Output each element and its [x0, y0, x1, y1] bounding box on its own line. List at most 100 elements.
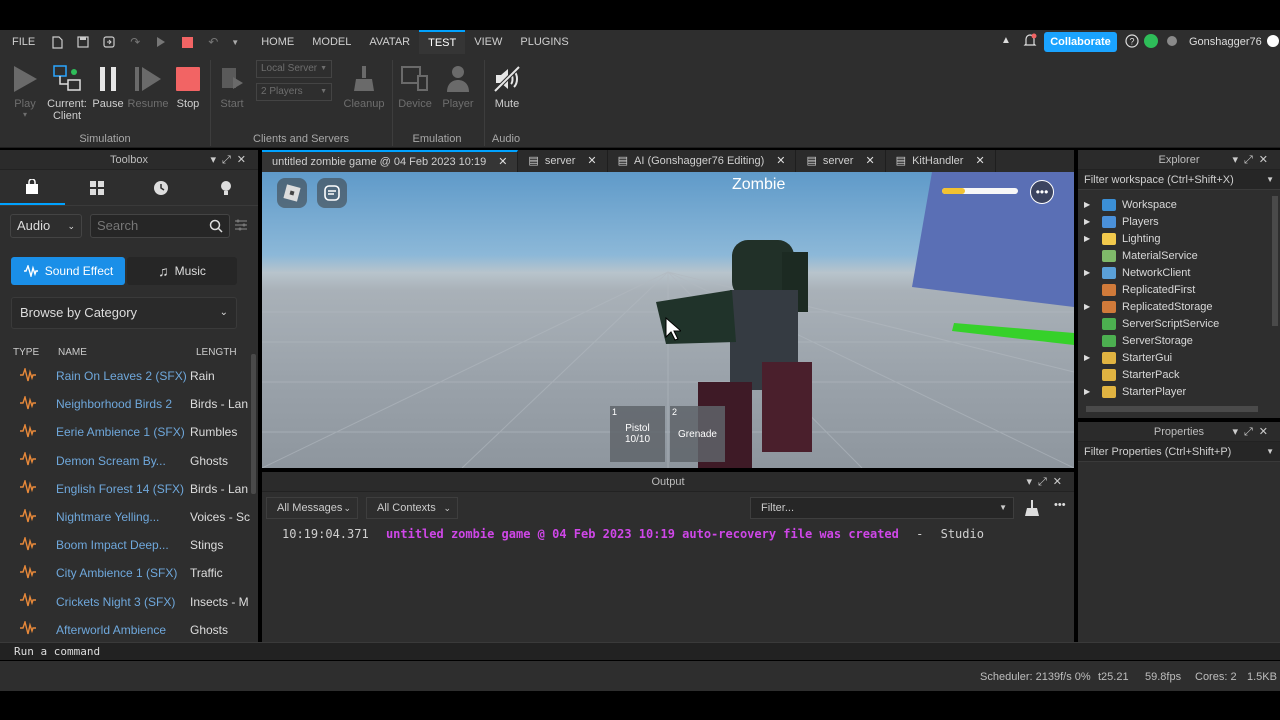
- explorer-horizontal-scrollbar[interactable]: [1086, 406, 1258, 412]
- explorer-filter-input[interactable]: Filter workspace (Ctrl+Shift+X) ▼: [1078, 170, 1280, 190]
- tab-server-script-2[interactable]: ▤ server ✕: [796, 150, 886, 172]
- explorer-item-networkclient[interactable]: ▶ NetworkClient: [1078, 264, 1268, 281]
- new-file-icon[interactable]: [49, 35, 65, 49]
- expand-arrow-icon[interactable]: ▶: [1084, 217, 1094, 226]
- hotbar-slot-grenade[interactable]: 2 Grenade: [670, 406, 725, 462]
- waveform-icon[interactable]: [19, 450, 37, 469]
- file-menu[interactable]: FILE: [0, 30, 44, 54]
- sound-list-item[interactable]: Boom Impact Deep... Stings: [0, 531, 250, 559]
- marketplace-tab[interactable]: [0, 170, 65, 205]
- chat-button[interactable]: [317, 178, 347, 208]
- explorer-item-startergui[interactable]: ▶ StarterGui: [1078, 349, 1268, 366]
- sound-list-item[interactable]: Eerie Ambience 1 (SFX) Rumbles: [0, 418, 250, 446]
- menu-tab-test[interactable]: TEST: [419, 30, 466, 54]
- explorer-item-replicatedstorage[interactable]: ▶ ReplicatedStorage: [1078, 298, 1268, 315]
- sound-list-item[interactable]: Afterworld Ambience Ghosts: [0, 616, 250, 644]
- close-icon[interactable]: ✕: [587, 150, 596, 172]
- expand-arrow-icon[interactable]: ▶: [1084, 200, 1094, 209]
- panel-controls[interactable]: ▾⤢✕: [1026, 472, 1068, 492]
- sound-name-link[interactable]: English Forest 14 (SFX): [56, 482, 190, 496]
- sound-name-link[interactable]: Nightmare Yelling...: [56, 510, 190, 524]
- music-toggle[interactable]: ♫ Music: [127, 257, 237, 285]
- tab-ai-script[interactable]: ▤ AI (Gonshagger76 Editing) ✕: [608, 150, 797, 172]
- resume-button[interactable]: Resume: [126, 64, 170, 110]
- sound-name-link[interactable]: Eerie Ambience 1 (SFX): [56, 425, 190, 439]
- sound-list-item[interactable]: City Ambience 1 (SFX) Traffic: [0, 559, 250, 587]
- explorer-item-materialservice[interactable]: MaterialService: [1078, 247, 1268, 264]
- waveform-icon[interactable]: [19, 478, 37, 497]
- waveform-icon[interactable]: [19, 365, 37, 385]
- sound-name-link[interactable]: Boom Impact Deep...: [56, 538, 190, 552]
- column-header-type[interactable]: TYPE: [13, 347, 39, 358]
- menu-tab-home[interactable]: HOME: [252, 30, 303, 54]
- explorer-item-lighting[interactable]: ▶ Lighting: [1078, 230, 1268, 247]
- explorer-item-serverscriptservice[interactable]: ServerScriptService: [1078, 315, 1268, 332]
- notifications-icon[interactable]: [1023, 33, 1037, 51]
- play-quick-icon[interactable]: [153, 35, 169, 49]
- sound-list-item[interactable]: Crickets Night 3 (SFX) Insects - M: [0, 588, 250, 616]
- browse-category-dropdown[interactable]: Browse by Category ⌄: [11, 297, 237, 329]
- waveform-icon[interactable]: [19, 506, 37, 526]
- properties-filter-input[interactable]: Filter Properties (Ctrl+Shift+P) ▼: [1078, 442, 1280, 462]
- waveform-icon[interactable]: [19, 394, 37, 413]
- expand-arrow-icon[interactable]: ▶: [1084, 302, 1094, 311]
- sound-list-item[interactable]: Nightmare Yelling... Voices - Scr: [0, 503, 250, 531]
- expand-arrow-icon[interactable]: ▶: [1084, 353, 1094, 362]
- avatar-icon[interactable]: [1164, 35, 1180, 47]
- contexts-filter-select[interactable]: All Contexts ⌄: [366, 497, 458, 519]
- sound-name-link[interactable]: Crickets Night 3 (SFX): [56, 595, 190, 609]
- publish-icon[interactable]: [101, 35, 117, 49]
- close-icon[interactable]: ✕: [498, 152, 507, 172]
- help-icon[interactable]: ?: [1125, 34, 1139, 51]
- tab-untitled-zombie-game[interactable]: untitled zombie game @ 04 Feb 2023 10:19…: [262, 150, 519, 172]
- waveform-icon[interactable]: [19, 535, 37, 554]
- close-icon[interactable]: ✕: [776, 150, 785, 172]
- explorer-item-workspace[interactable]: ▶ Workspace: [1078, 196, 1268, 213]
- menu-tab-model[interactable]: MODEL: [303, 30, 360, 54]
- explorer-item-replicatedfirst[interactable]: ReplicatedFirst: [1078, 281, 1268, 298]
- explorer-item-players[interactable]: ▶ Players: [1078, 213, 1268, 230]
- game-viewport[interactable]: Zombie ••• 1 Pistol 10/10 2 Grenade: [262, 172, 1074, 468]
- sound-effect-toggle[interactable]: Sound Effect: [11, 257, 125, 285]
- green-part[interactable]: [952, 317, 1074, 347]
- toolbox-scrollbar[interactable]: [251, 354, 256, 494]
- collaborate-button[interactable]: Collaborate: [1044, 32, 1117, 52]
- output-filter-input[interactable]: Filter... ▼: [750, 497, 1014, 519]
- local-server-select[interactable]: Local Server ▼: [256, 60, 332, 78]
- explorer-item-starterplayer[interactable]: ▶ StarterPlayer: [1078, 383, 1268, 400]
- device-button[interactable]: Device: [396, 64, 434, 110]
- filter-settings-icon[interactable]: [234, 218, 248, 235]
- sound-list-item[interactable]: English Forest 14 (SFX) Birds - Lan: [0, 475, 250, 503]
- start-button[interactable]: Start: [214, 64, 250, 110]
- sound-name-link[interactable]: Demon Scream By...: [56, 454, 190, 468]
- redo-icon[interactable]: ↷: [127, 35, 143, 49]
- output-more-icon[interactable]: •••: [1054, 499, 1066, 511]
- sound-name-link[interactable]: Rain On Leaves 2 (SFX): [56, 369, 190, 383]
- tab-kithandler-script[interactable]: ▤ KitHandler ✕: [886, 150, 996, 172]
- player-button[interactable]: Player: [438, 64, 478, 110]
- inventory-tab[interactable]: [65, 170, 130, 205]
- menu-tab-avatar[interactable]: AVATAR: [360, 30, 419, 54]
- waveform-icon[interactable]: [19, 619, 37, 638]
- stop-quick-icon[interactable]: [179, 35, 195, 49]
- username-label[interactable]: Gonshagger76: [1189, 36, 1262, 48]
- sound-name-link[interactable]: Neighborhood Birds 2: [56, 397, 190, 411]
- explorer-item-starterpack[interactable]: StarterPack: [1078, 366, 1268, 383]
- pause-button[interactable]: Pause: [90, 64, 126, 110]
- sound-list-item[interactable]: Rain On Leaves 2 (SFX) Rain: [0, 362, 250, 390]
- panel-controls[interactable]: ▾⤢✕: [1232, 150, 1274, 170]
- command-bar-input[interactable]: Run a command: [0, 642, 1280, 660]
- column-header-length[interactable]: LENGTH: [196, 347, 237, 358]
- close-icon[interactable]: ✕: [975, 150, 984, 172]
- sound-name-link[interactable]: City Ambience 1 (SFX): [56, 566, 190, 580]
- search-icon[interactable]: [209, 218, 223, 240]
- search-input[interactable]: Search: [90, 214, 230, 238]
- players-count-select[interactable]: 2 Players ▼: [256, 83, 332, 101]
- explorer-item-serverstorage[interactable]: ServerStorage: [1078, 332, 1268, 349]
- category-select[interactable]: Audio ⌄: [10, 214, 82, 238]
- quick-access-dropdown-icon[interactable]: ▼: [231, 35, 239, 49]
- stop-button[interactable]: Stop: [170, 64, 206, 110]
- waveform-icon[interactable]: [19, 591, 37, 610]
- mute-button[interactable]: Mute: [488, 64, 526, 110]
- play-button[interactable]: Play ▾: [6, 64, 44, 119]
